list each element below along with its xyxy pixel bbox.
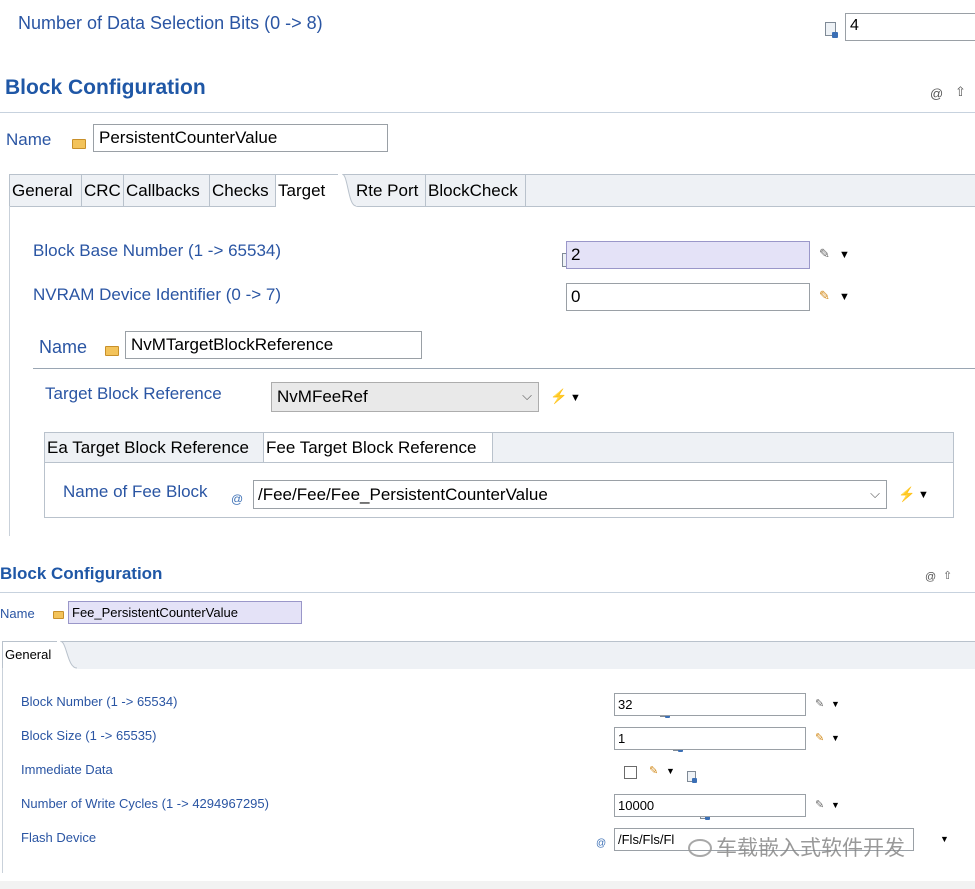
chevron-down-icon: ⌵ [522,388,532,403]
fee-block-name-label: Name of Fee Block [63,482,208,501]
at-icon[interactable]: @ [925,571,936,583]
folder-icon [72,139,86,149]
block-name-label: Name [6,130,52,149]
block-base-number-label: Block Base Number (1 -> 65534) [33,241,282,260]
dropdown-arrow-icon[interactable]: ▼ [570,392,581,404]
folder-icon [105,346,119,356]
target-name-label: Name [39,337,88,357]
block-name-field[interactable]: PersistentCounterValue [93,124,388,152]
tab-blockcheck[interactable]: BlockCheck [426,175,526,206]
tab-target[interactable]: Target [276,175,340,208]
block-base-number-field[interactable]: 2 [566,241,810,269]
nvram-device-id-field[interactable]: 0 [566,283,810,311]
tab-general-2[interactable]: General [3,642,59,670]
watermark-text: 车载嵌入式软件开发 [716,837,905,860]
tab-checks[interactable]: Checks [210,175,276,206]
block-number-label: Block Number (1 -> 65534) [21,694,178,709]
dropdown-arrow-icon[interactable]: ▼ [831,733,840,743]
up-icon[interactable]: ⇧ [955,84,966,100]
block-size-field[interactable]: 1 [614,727,806,750]
target-name-field[interactable]: NvMTargetBlockReference [125,331,422,359]
reference-at-icon: @ [596,838,607,849]
fee-block-name-value: /Fee/Fee/Fee_PersistentCounterValue [258,485,548,504]
dropdown-arrow-icon[interactable]: ▼ [918,489,929,501]
flash-device-label: Flash Device [21,830,97,845]
dropdown-arrow-icon[interactable]: ▼ [940,834,949,844]
nvram-device-id-label: NVRAM Device Identifier (0 -> 7) [33,285,281,304]
tab-callbacks[interactable]: Callbacks [124,175,210,206]
data-selection-bits-field[interactable]: 4 [845,13,975,41]
edit-pencil-icon[interactable]: ✎ [815,697,824,710]
edit-pencil-icon[interactable]: ✎ [815,731,824,744]
header-separator [0,112,975,113]
target-block-ref-label: Target Block Reference [45,384,222,403]
tab-crc[interactable]: CRC [82,175,124,206]
subtab-fee-target[interactable]: Fee Target Block Reference [264,433,493,462]
block-config-title-2: Block Configuration [0,564,163,583]
tab-bar-2: General [2,641,975,670]
dropdown-arrow-icon[interactable]: ▼ [831,699,840,709]
bottom-bar [0,881,975,889]
header-separator-2 [0,592,975,593]
edit-pencil-icon[interactable]: ✎ [649,764,658,777]
target-block-ref-select[interactable]: NvMFeeRef ⌵ [271,382,539,412]
subtab-ea-target[interactable]: Ea Target Block Reference [45,433,264,462]
target-separator [33,368,975,369]
chevron-down-icon: ⌵ [870,486,880,501]
fee-block-name-select[interactable]: /Fee/Fee/Fee_PersistentCounterValue ⌵ [253,480,887,509]
data-selection-bits-label: Number of Data Selection Bits (0 -> 8) [18,13,323,33]
immediate-data-label: Immediate Data [21,762,113,777]
tab-general-curve [57,641,79,669]
watermark-logo-icon [688,839,712,857]
write-cycles-field[interactable]: 10000 [614,794,806,817]
link-arrow-icon[interactable]: ⚡ [550,388,567,405]
dropdown-arrow-icon[interactable]: ▼ [831,800,840,810]
tab-general[interactable]: General [10,175,82,206]
tab-bar: General CRC Callbacks Checks Target Rte … [9,174,975,208]
edit-pencil-icon[interactable]: ✎ [819,288,830,304]
watermark: 车载嵌入式软件开发 [688,832,905,862]
block-name-field-2[interactable]: Fee_PersistentCounterValue [68,601,302,624]
folder-icon [53,611,64,619]
tab-rte-port[interactable]: Rte Port [354,175,426,206]
block-number-field[interactable]: 32 [614,693,806,716]
block-size-label: Block Size (1 -> 65535) [21,728,157,743]
dropdown-arrow-icon[interactable]: ▼ [666,766,675,776]
dropdown-arrow-icon[interactable]: ▼ [839,291,850,303]
dropdown-arrow-icon[interactable]: ▼ [839,249,850,261]
link-arrow-icon[interactable]: ⚡ [898,486,915,503]
tab-content-border [9,206,10,536]
edit-pencil-icon[interactable]: ✎ [819,246,830,262]
tab-content-border-2 [2,668,3,873]
block-config-title: Block Configuration [5,76,206,99]
property-doc-icon [825,22,838,38]
edit-pencil-icon[interactable]: ✎ [815,798,824,811]
up-icon[interactable]: ⇧ [943,569,952,582]
block-name-label-2: Name [0,606,35,621]
immediate-data-checkbox[interactable] [624,766,637,779]
reference-at-icon: @ [231,492,244,506]
at-icon[interactable]: @ [930,86,943,101]
target-block-ref-value: NvMFeeRef [277,387,368,406]
write-cycles-label: Number of Write Cycles (1 -> 4294967295) [21,796,269,811]
subtab-bar: Ea Target Block Reference Fee Target Blo… [44,432,954,463]
property-doc-icon [686,771,697,783]
